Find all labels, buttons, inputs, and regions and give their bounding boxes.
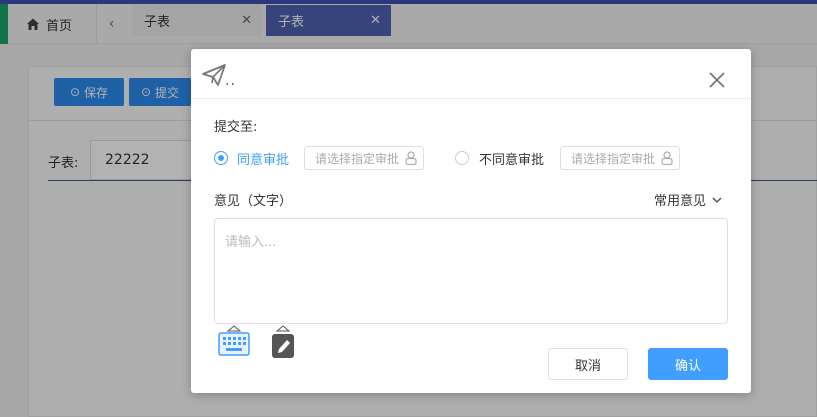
- keyboard-icon[interactable]: [218, 325, 250, 357]
- cancel-button[interactable]: 取消: [548, 348, 628, 380]
- dialog-header: ..: [191, 49, 751, 99]
- approver-placeholder: 请选择指定审批: [315, 151, 400, 166]
- approver-select-disagree[interactable]: 请选择指定审批: [560, 146, 680, 170]
- submit-to-label: 提交至:: [214, 120, 258, 135]
- disagree-radio[interactable]: [455, 151, 469, 165]
- dialog-title: ..: [225, 73, 236, 89]
- disagree-label[interactable]: 不同意审批: [479, 149, 544, 168]
- approver-placeholder: 请选择指定审批: [571, 151, 656, 166]
- paper-plane-icon: [202, 64, 226, 86]
- submit-dialog: .. 提交至: 同意审批 请选择指定审批 不同意审批 请选择指定审批 意见（文字…: [191, 49, 751, 393]
- opinion-textarea[interactable]: [214, 218, 728, 324]
- common-opinion-label: 常用意见: [654, 194, 707, 209]
- chevron-down-icon: [712, 196, 722, 203]
- handwriting-pen-icon[interactable]: [270, 325, 296, 359]
- close-icon[interactable]: [707, 70, 727, 90]
- approver-select-agree[interactable]: 请选择指定审批: [304, 146, 424, 170]
- common-opinion-dropdown[interactable]: 常用意见: [654, 190, 722, 209]
- agree-label[interactable]: 同意审批: [237, 149, 289, 168]
- opinion-label: 意见（文字）: [214, 194, 293, 209]
- user-lock-icon: [405, 151, 417, 165]
- user-lock-icon: [661, 151, 673, 165]
- confirm-button[interactable]: 确认: [648, 348, 728, 380]
- agree-radio[interactable]: [214, 151, 228, 165]
